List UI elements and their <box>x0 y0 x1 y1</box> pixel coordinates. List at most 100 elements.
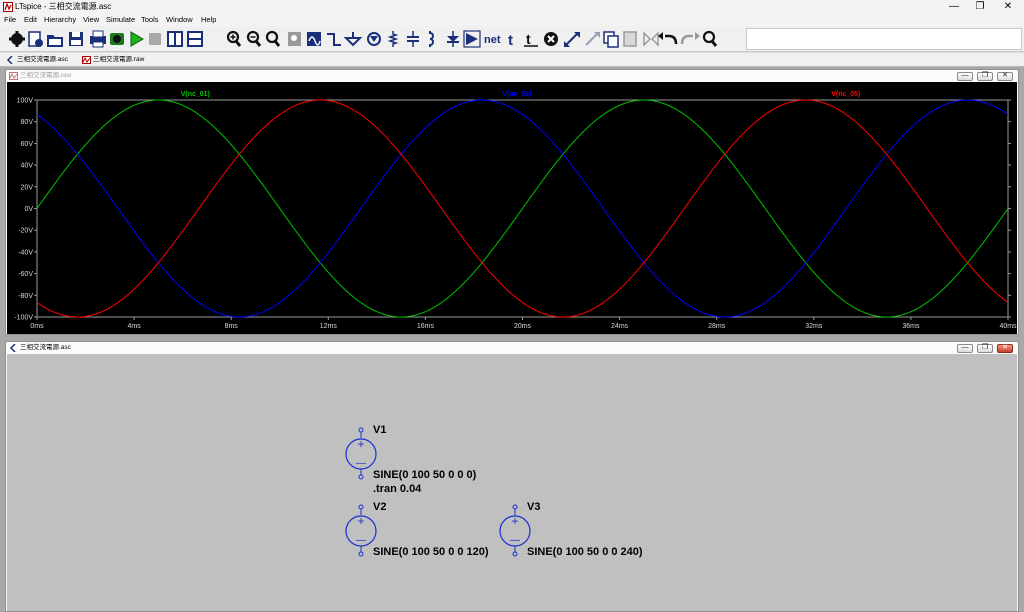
y-tick-label: 60V <box>21 141 34 148</box>
wire-icon[interactable] <box>327 33 341 46</box>
y-tick-label: 80V <box>21 119 34 126</box>
tran-directive[interactable]: .tran 0.04 <box>373 483 422 495</box>
series-line-vnc01 <box>36 99 1009 318</box>
waveform-window-header: 三相交流電源.raw — ❐ ✕ <box>6 70 1018 82</box>
capacitor-icon[interactable] <box>407 31 419 47</box>
schematic-icon <box>6 56 13 64</box>
x-tick-label: 20ms <box>514 323 532 330</box>
plus-symbol: + <box>357 514 364 528</box>
restore-glyph: ❐ <box>981 344 989 351</box>
title-bar: LTspice - 三相交流電源.asc — ❐ ✕ <box>0 0 1024 14</box>
copy-icon[interactable] <box>603 31 619 48</box>
save-icon[interactable] <box>69 32 83 46</box>
menu-help[interactable]: Help <box>201 14 216 26</box>
minimize-button[interactable]: — <box>940 0 968 14</box>
toolbar-icons: net t t <box>9 30 718 49</box>
y-tick-label: -40V <box>18 249 33 256</box>
x-tick-label: 32ms <box>805 323 823 330</box>
tab-label: 三相交流電源.asc <box>17 56 68 63</box>
zoom-in-icon[interactable] <box>226 30 242 47</box>
restore-button[interactable]: ❐ <box>966 0 994 14</box>
x-tick-label: 16ms <box>417 323 435 330</box>
undo-icon[interactable] <box>658 32 678 45</box>
move-icon[interactable] <box>564 32 580 47</box>
y-tick-label: -60V <box>18 271 33 278</box>
x-tick-label: 24ms <box>611 323 629 330</box>
waveform-plot[interactable]: 100V 80V 60V 40V 20V 0V -20V -40V -60V -80V -100V0… <box>7 82 1017 334</box>
inductor-icon[interactable] <box>429 31 434 47</box>
schematic-window-header: 三相交流電源.asc — ❐ ✕ <box>6 342 1018 354</box>
tab-raw[interactable]: 三相交流電源.raw <box>82 53 154 67</box>
directive-tool-text: t <box>526 31 531 47</box>
plot-pane[interactable]: 100V 80V 60V 40V 20V 0V -20V -40V -60V -80V -100V 0… <box>7 82 1017 334</box>
minimize-button[interactable]: — <box>957 344 973 353</box>
zoom-full-icon[interactable] <box>288 32 301 46</box>
close-button[interactable]: ✕ <box>994 0 1022 14</box>
redo-icon[interactable] <box>680 32 700 45</box>
spice-directive-icon[interactable]: t <box>524 31 538 47</box>
menu-tools[interactable]: Tools <box>141 14 159 26</box>
tile-horizontal-icon[interactable] <box>187 31 203 47</box>
v3-name: V3 <box>527 501 540 513</box>
v2-name: V2 <box>373 501 386 513</box>
close-button[interactable]: ✕ <box>997 72 1013 81</box>
v3-value: SINE(0 100 50 0 0 240) <box>527 546 643 558</box>
run-icon[interactable] <box>130 31 144 47</box>
menu-edit[interactable]: Edit <box>24 14 37 26</box>
new-schematic-icon[interactable] <box>28 31 43 47</box>
resistor-icon[interactable] <box>387 31 399 47</box>
plus-symbol: + <box>357 437 364 451</box>
y-tick-label: 100V <box>17 98 34 105</box>
x-tick-label: 4ms <box>127 323 141 330</box>
net-label-icon[interactable]: net <box>484 34 501 46</box>
restore-button[interactable]: ❐ <box>977 72 993 81</box>
close-button[interactable]: ✕ <box>997 344 1013 353</box>
stop-icon[interactable] <box>149 33 161 45</box>
toolbar-blank-field <box>746 28 1022 50</box>
restore-button[interactable]: ❐ <box>977 344 993 353</box>
open-icon[interactable] <box>47 35 63 47</box>
waveform-icon <box>82 56 91 64</box>
autorange-icon[interactable] <box>307 32 321 46</box>
tab-schematic[interactable]: 三相交流電源.asc <box>6 53 78 67</box>
delete-icon[interactable] <box>544 32 558 46</box>
x-tick-label: 40ms <box>999 323 1017 330</box>
gear-icon[interactable] <box>9 31 25 47</box>
menu-simulate[interactable]: Simulate <box>106 14 135 26</box>
mirror-icon[interactable] <box>643 31 659 47</box>
minimize-button[interactable]: — <box>957 72 973 81</box>
drag-icon[interactable] <box>585 32 600 46</box>
y-tick-label: 20V <box>21 184 34 191</box>
tab-label: 三相交流電源.raw <box>93 56 145 63</box>
menu-file[interactable]: File <box>4 14 16 26</box>
menu-view[interactable]: View <box>83 14 99 26</box>
voltage-source-v2[interactable]: + — V2 SINE(0 100 50 0 0 120) <box>345 501 489 558</box>
plus-symbol: + <box>511 514 518 528</box>
zoom-fit-icon[interactable] <box>265 30 281 47</box>
menu-window[interactable]: Window <box>166 14 193 26</box>
label-net-icon[interactable] <box>367 32 381 46</box>
legend-label: V(nc_05) <box>831 91 860 98</box>
find-icon[interactable] <box>702 30 718 47</box>
paste-icon[interactable] <box>623 31 637 47</box>
schematic-canvas[interactable]: + — V1 SINE(0 100 50 0 0 0) .tran 0.04 + <box>7 354 1017 611</box>
control-panel-icon[interactable] <box>110 33 124 45</box>
voltage-source-v1[interactable]: + — V1 SINE(0 100 50 0 0 0) <box>345 424 477 481</box>
menu-hierarchy[interactable]: Hierarchy <box>44 14 76 26</box>
schematic-drawing[interactable]: + — V1 SINE(0 100 50 0 0 0) .tran 0.04 + <box>7 354 1017 611</box>
x-tick-label: 12ms <box>320 323 338 330</box>
zoom-out-icon[interactable] <box>246 30 262 47</box>
print-icon[interactable] <box>90 30 106 48</box>
minimize-glyph: — <box>961 72 969 79</box>
voltage-source-v3[interactable]: + — V3 SINE(0 100 50 0 0 240) <box>499 501 643 558</box>
net-label-text: net <box>484 34 501 46</box>
x-tick-label: 0ms <box>30 323 44 330</box>
v1-value: SINE(0 100 50 0 0 0) <box>373 469 477 481</box>
waveform-window-title: 三相交流電源.raw <box>20 72 72 79</box>
x-tick-label: 8ms <box>225 323 239 330</box>
component-icon[interactable] <box>463 30 481 48</box>
tile-vertical-icon[interactable] <box>167 31 183 47</box>
diode-icon[interactable] <box>447 31 459 47</box>
ground-icon[interactable] <box>343 32 363 47</box>
text-icon[interactable]: t <box>508 32 513 49</box>
